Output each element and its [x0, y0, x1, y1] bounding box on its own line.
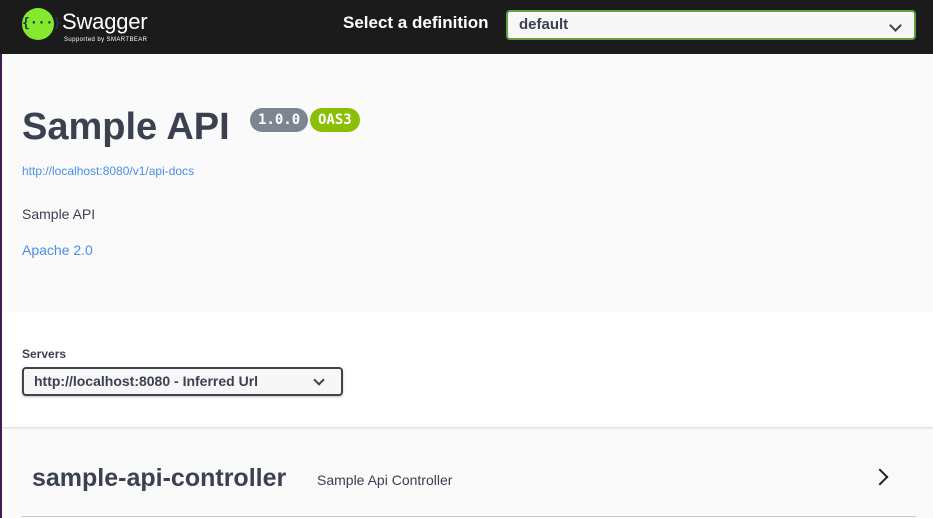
logo-name: Swagger — [62, 9, 148, 34]
servers-select-value: http://localhost:8080 - Inferred Url — [34, 373, 259, 389]
chevron-down-icon — [313, 374, 325, 386]
tag-description: Sample Api Controller — [317, 472, 453, 488]
servers-select[interactable]: http://localhost:8080 - Inferred Url — [22, 367, 343, 396]
definition-select[interactable]: default — [506, 10, 916, 40]
api-description: Sample API — [22, 206, 96, 222]
servers-section: Servers http://localhost:8080 - Inferred… — [2, 311, 933, 427]
version-badge: 1.0.0 — [250, 108, 309, 132]
logo-subtitle: Supported by SMARTBEAR — [64, 37, 148, 43]
swagger-logo-icon: {···} — [22, 8, 61, 40]
tag-name: sample-api-controller — [32, 464, 287, 492]
chevron-down-icon — [889, 19, 902, 32]
definition-label: Select a definition — [343, 13, 489, 32]
oas-badge: OAS3 — [310, 108, 360, 132]
window-edge — [0, 0, 2, 518]
api-title: Sample API — [22, 106, 230, 148]
definition-select-value: default — [519, 16, 569, 33]
api-docs-link[interactable]: http://localhost:8080/v1/api-docs — [22, 164, 194, 178]
tag-section[interactable]: sample-api-controller Sample Api Control… — [22, 450, 916, 517]
license-link[interactable]: Apache 2.0 — [22, 242, 93, 258]
chevron-right-icon[interactable] — [871, 468, 889, 486]
swagger-logo[interactable]: {···} Swagger Supported by SMARTBEAR — [22, 6, 172, 46]
servers-label: Servers — [22, 347, 67, 361]
topbar: {···} Swagger Supported by SMARTBEAR Sel… — [0, 0, 933, 54]
